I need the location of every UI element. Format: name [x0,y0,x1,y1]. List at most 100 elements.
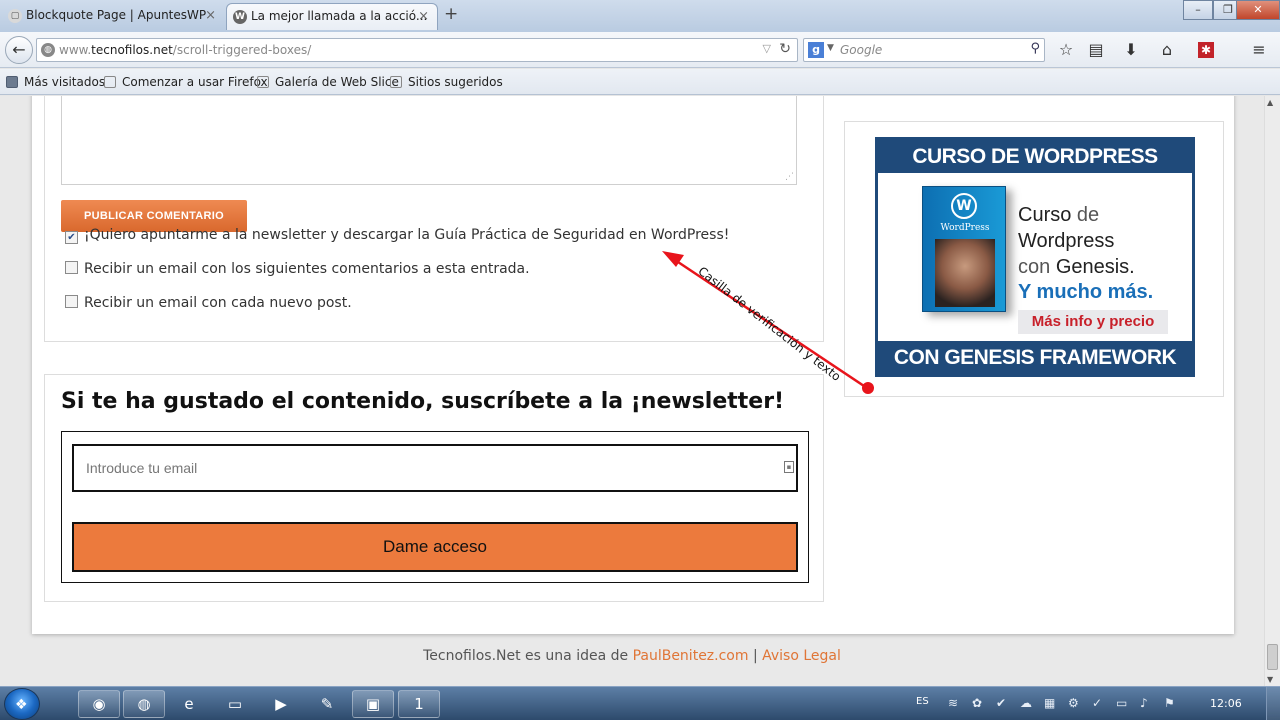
action-center-tray-icon[interactable]: ⚑ [1164,696,1175,710]
search-bar[interactable]: g ▼ Google ⚲ [803,38,1045,62]
start-button[interactable]: ❖ [4,688,40,720]
more-info-button[interactable]: Más info y precio [1018,310,1168,334]
new-posts-checkbox-row[interactable]: Recibir un email con cada nuevo post. [65,295,352,311]
paulbenitez-link[interactable]: PaulBenitez.com [633,648,749,664]
page-icon [390,76,402,88]
ad-bottom-banner: CON GENESIS FRAMEWORK [878,341,1192,374]
engine-dropdown-icon[interactable]: ▼ [827,43,834,53]
bookmark-sitios-sugeridos[interactable]: Sitios sugeridos [390,75,503,89]
language-indicator[interactable]: ES [916,696,929,707]
app-icon: ▣ [365,695,381,713]
page-scrollbar[interactable]: ▲ ▼ [1264,96,1280,686]
newsletter-form: ▪ Dame acceso [61,431,809,583]
paint-tray-icon[interactable]: ✿ [972,696,982,710]
resize-grip-icon[interactable]: ⋰ [785,172,794,182]
cloud-tray-icon[interactable]: ☁ [1020,696,1032,710]
tab-active-page[interactable]: W La mejor llamada a la acció... × [226,3,438,30]
network-tray-icon[interactable]: ≋ [948,696,958,710]
ie-icon: e [184,695,194,713]
ad-line-4: Y mucho más. [1018,281,1154,303]
explorer-taskbar-button[interactable]: ▭ [214,690,256,718]
ie-taskbar-button[interactable]: e [168,690,210,718]
wordpress-favicon-icon: W [233,10,247,24]
firefox-icon: ◍ [137,695,151,713]
checkbox-label: ¡Quiero apuntarme a la newsletter y desc… [84,227,730,243]
app-1-taskbar-button[interactable]: 1 [398,690,440,718]
aviso-legal-link[interactable]: Aviso Legal [762,648,841,664]
minimize-button[interactable]: – [1183,0,1213,20]
show-desktop-button[interactable] [1266,687,1280,720]
url-dropdown-icon[interactable]: ▽ [763,42,771,55]
reload-icon[interactable]: ↻ [779,41,791,57]
folder-icon: ▭ [227,695,243,713]
new-posts-checkbox[interactable] [65,295,78,308]
media-taskbar-button[interactable]: ▶ [260,690,302,718]
page-viewport: ⋰ PUBLICAR COMENTARIO ✔ ¡Quiero apuntarme… [0,96,1264,686]
bookmark-mas-visitados[interactable]: Más visitados [6,75,105,89]
page-icon [257,76,269,88]
home-icon[interactable]: ⌂ [1156,40,1178,60]
google-engine-icon[interactable]: g [808,42,824,58]
close-tab-icon[interactable]: × [418,4,429,29]
grid-tray-icon[interactable]: ▦ [1044,696,1055,710]
bookmark-web-slice[interactable]: Galería de Web Slice [257,75,399,89]
scroll-down-icon[interactable]: ▼ [1267,675,1273,684]
ad-text: de [1076,204,1100,226]
footer-text: Tecnofilos.Net es una idea de [423,648,633,664]
scroll-up-icon[interactable]: ▲ [1267,98,1273,107]
addon-icon[interactable]: ✱ [1198,42,1214,58]
checkbox-label: Recibir un email con los siguientes come… [84,261,530,277]
search-icon[interactable]: ⚲ [1030,41,1040,56]
chrome-icon: ◉ [92,695,106,713]
follow-comments-checkbox[interactable] [65,261,78,274]
windows-flag-icon: ❖ [15,697,28,713]
close-tab-icon[interactable]: × [205,3,216,28]
firefox-taskbar-button[interactable]: ◍ [123,690,165,718]
tab-label: Blockquote Page | ApuntesWP [26,8,207,22]
close-window-button[interactable]: ✕ [1236,0,1280,20]
taskbar-clock[interactable]: 12:06 [1210,697,1242,710]
new-tab-button[interactable]: + [444,4,458,24]
url-prefix: www. [59,43,92,57]
monitor-tray-icon[interactable]: ▭ [1116,696,1127,710]
security-tray-icon[interactable]: ✓ [1092,696,1102,710]
notes-taskbar-button[interactable]: ✎ [306,690,348,718]
submit-access-button[interactable]: Dame acceso [72,522,798,572]
ad-top-banner: CURSO DE WORDPRESS [878,140,1192,173]
search-placeholder: Google [840,43,883,57]
sync-tray-icon[interactable]: ✔ [996,696,1006,710]
bookmarks-list-icon[interactable]: ▤ [1085,40,1107,60]
menu-icon[interactable]: ≡ [1248,40,1270,60]
sidebar-widget: CURSO DE WORDPRESS W WordPress Curso de … [844,121,1224,397]
usb-tray-icon[interactable]: ⚙ [1068,696,1079,710]
course-ad-banner[interactable]: CURSO DE WORDPRESS W WordPress Curso de … [875,137,1195,377]
page-wrapper: ⋰ PUBLICAR COMENTARIO ✔ ¡Quiero apuntarme… [32,96,1234,634]
folder-icon [6,76,18,88]
comment-textarea[interactable]: ⋰ [61,96,797,185]
tab-blockquote-page[interactable]: ▢ Blockquote Page | ApuntesWP × [2,3,224,30]
volume-tray-icon[interactable]: ♪ [1140,696,1148,710]
comment-form: ⋰ PUBLICAR COMENTARIO ✔ ¡Quiero apuntarme… [44,96,824,342]
nav-bar: ← ◍ www.tecnofilos.net/scroll-triggered-… [0,32,1280,68]
apuntes-favicon-icon: ▢ [8,9,22,23]
newsletter-checkbox-row[interactable]: ✔ ¡Quiero apuntarme a la newsletter y des… [65,227,729,244]
app-taskbar-button[interactable]: ▣ [352,690,394,718]
email-input[interactable] [72,444,798,492]
downloads-icon[interactable]: ⬇ [1120,40,1142,60]
bookmark-label: Galería de Web Slice [275,75,399,89]
bookmark-label: Comenzar a usar Firefox [122,75,268,89]
chrome-taskbar-button[interactable]: ◉ [78,690,120,718]
scroll-thumb[interactable] [1267,644,1278,670]
media-player-icon: ▶ [275,695,287,713]
bookmark-comenzar-firefox[interactable]: Comenzar a usar Firefox [104,75,268,89]
newsletter-box: Si te ha gustado el contenido, suscríbet… [44,374,824,602]
back-arrow-icon: ← [12,40,26,59]
app-one-icon: 1 [414,695,424,713]
bookmark-star-icon[interactable]: ☆ [1055,40,1077,60]
follow-comments-checkbox-row[interactable]: Recibir un email con los siguientes come… [65,261,530,277]
product-box-image: W WordPress [922,186,1006,312]
url-bar[interactable]: ◍ www.tecnofilos.net/scroll-triggered-bo… [36,38,798,62]
ad-line-2: Wordpress [1018,230,1115,252]
newsletter-checkbox[interactable]: ✔ [65,231,78,244]
back-button[interactable]: ← [5,36,33,64]
